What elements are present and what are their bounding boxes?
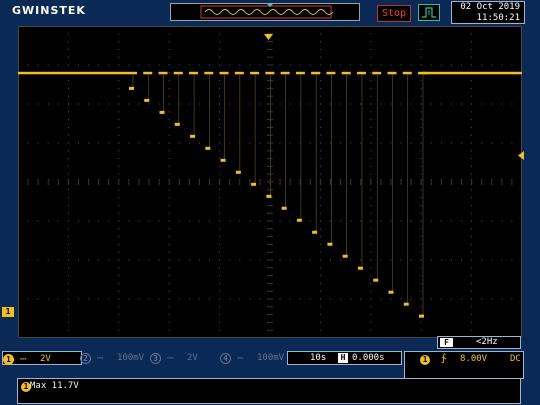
horizontal-position-value: 0.000s [352,353,385,363]
frequency-icon: F [440,338,453,347]
channel-2-info[interactable]: 2 ⎓ 100mV [80,351,144,365]
channel-2-scale: 100mV [117,353,145,363]
waveform-dash [356,71,366,75]
waveform-baseline-right [423,71,522,75]
channel-3-badge: 3 [150,352,161,364]
horizontal-position-icon: H [338,353,348,363]
waveform-step-point [251,182,257,186]
edge-trigger-icon [418,4,440,21]
waveform-step-point [419,314,424,318]
waveform-step-point [296,218,302,222]
date-text: 02 Oct 2019 [460,2,520,12]
waveform-dash [326,71,336,75]
channel-3-info[interactable]: 3 ⎓ 2V [150,351,198,365]
time-text: 11:50:21 [476,12,520,23]
waveform-dash [341,71,351,75]
waveform-dash [189,71,199,75]
waveform-display[interactable] [18,26,522,338]
waveform-dash [128,71,137,75]
waveform-step-point [144,98,150,102]
channel-2-badge: 2 [80,352,91,364]
horizontal-timebase[interactable]: 10s H 0.000s [287,351,402,365]
channel-1-badge: 1 [3,353,14,365]
trigger-source-badge: 1 [420,355,430,365]
waveform-step-point [327,242,333,246]
dc-coupling-icon: ⎓ [167,353,174,362]
timebase-scale: 10s [310,353,327,363]
dc-coupling-icon: ⎓ [97,353,104,362]
waveform-dash [402,71,412,75]
bottom-status-bar: 1 ⎓ 2V 2 ⎓ 100mV 3 ⎓ 2V 4 ⎓ 100mV 10s H 0.000s 1… [0,350,540,380]
frequency-value: <2Hz [476,337,498,347]
waveform-step-point [174,122,180,126]
dc-coupling-icon: ⎓ [20,354,27,363]
waveform-step-point [190,134,196,138]
waveform-step-point [403,302,409,306]
waveform-dash [265,71,275,75]
trigger-position-marker [264,26,274,45]
rising-edge-icon: ∱ [441,353,447,364]
waveform-step-point [312,230,318,234]
waveform-dash [418,71,427,75]
waveform-step-point [205,146,211,150]
waveform-step-point [220,158,226,162]
waveform-step-point [266,194,272,198]
waveform-dash [280,71,290,75]
waveform-step-point [235,170,241,174]
ch1-ground-marker: 1 [2,307,14,317]
trigger-info[interactable]: 1 ∱ 8.00V DC [404,351,524,379]
channel-4-info[interactable]: 4 ⎓ 100mV [220,351,284,365]
frequency-counter: F <2Hz [437,336,521,349]
waveform-dash [250,71,260,75]
waveform-step-point [373,278,379,282]
brand-logo: GWINSTEK [12,4,86,17]
trigger-coupling: DC [510,354,521,364]
waveform-dash [143,71,153,75]
channel-3-scale: 2V [187,353,198,363]
waveform-step-point [159,110,165,114]
trigger-level-marker [517,146,524,165]
trigger-level-value: 8.00V [460,354,488,364]
waveform-dash [234,71,244,75]
waveform-dash [219,71,229,75]
waveform-dash [173,71,183,75]
top-status-bar: GWINSTEK Stop 02 Oct 2019 11:50:21 [0,0,540,26]
waveform-dash [311,71,321,75]
waveform-step-point [357,266,363,270]
waveform-dash [295,71,305,75]
waveform-step-point [129,86,134,90]
measurement-bar[interactable]: 1 Max 11.7V [17,378,521,404]
ch1-waveform [18,71,522,318]
channel-4-badge: 4 [220,352,231,364]
waveform-dash [204,71,214,75]
channel-4-scale: 100mV [257,353,285,363]
channel-1-scale: 2V [40,354,51,364]
waveform-baseline-left [18,71,128,75]
waveform-step-point [388,290,394,294]
measurement-max-value: Max 11.7V [30,381,79,391]
waveform-dash [158,71,168,75]
waveform-dash [372,71,382,75]
waveform-overview [170,3,360,21]
waveform-step-point [342,254,348,258]
dc-coupling-icon: ⎓ [237,353,244,362]
run-stop-button[interactable]: Stop [377,5,411,22]
waveform-step-point [281,206,287,210]
waveform-dash [387,71,397,75]
channel-1-info[interactable]: 1 ⎓ 2V [2,351,82,365]
date-time-display: 02 Oct 2019 11:50:21 [451,1,525,24]
